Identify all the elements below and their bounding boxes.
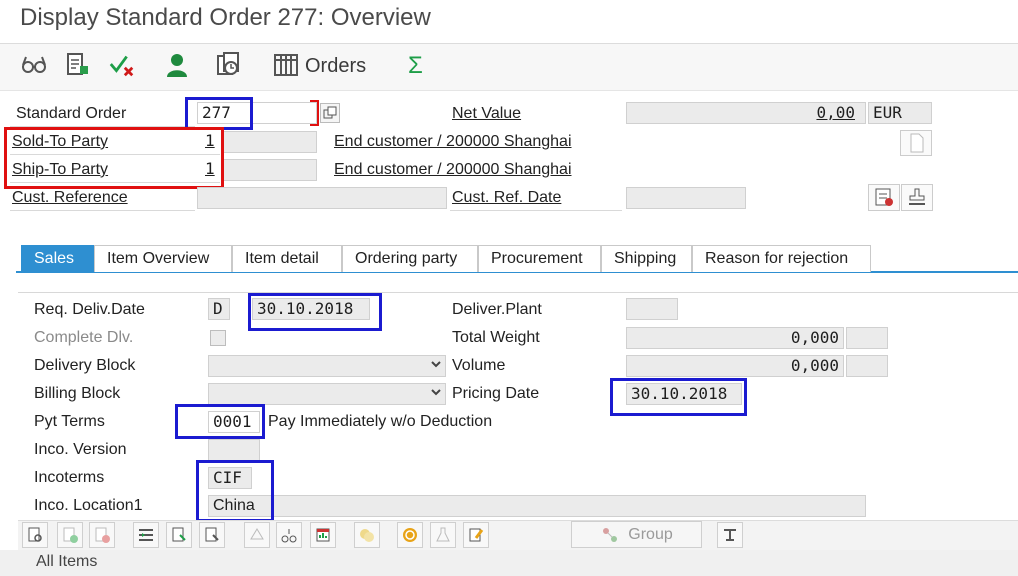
billing-block-select[interactable] [208, 383, 446, 405]
tab-item-detail[interactable]: Item detail [232, 245, 342, 272]
deselect-icon[interactable] [199, 522, 225, 548]
billing-block-label: Billing Block [34, 385, 121, 402]
req-deliv-date-format[interactable]: D [208, 298, 230, 320]
report-icon[interactable] [868, 184, 900, 211]
standard-order-label: Standard Order [16, 105, 127, 122]
document-icon[interactable] [900, 130, 932, 156]
chevron-down-icon[interactable] [430, 386, 442, 401]
sold-to-party-input[interactable] [222, 131, 317, 153]
req-deliv-date-field[interactable]: 30.10.2018 [252, 298, 370, 320]
cust-reference-field[interactable] [197, 187, 447, 209]
volume-field[interactable]: 0,000 [626, 355, 844, 377]
net-value-field: 0,00 [626, 102, 866, 124]
inco-version-field[interactable] [208, 439, 260, 461]
coins-icon[interactable] [354, 522, 380, 548]
inco-location-label: Inco. Location1 [34, 497, 143, 514]
ship-to-party-value[interactable]: 1 [201, 159, 221, 181]
pyt-terms-description: Pay Immediately w/o Deduction [268, 413, 493, 430]
structure-icon[interactable] [276, 522, 302, 548]
total-weight-unit[interactable] [846, 327, 888, 349]
cust-ref-date-link[interactable]: Cust. Ref. Date [452, 188, 561, 208]
net-value-link[interactable]: Net Value [452, 104, 521, 124]
volume-unit[interactable] [846, 355, 888, 377]
cust-ref-date-field[interactable] [626, 187, 746, 209]
copy-document-icon[interactable] [215, 51, 243, 79]
gold-coin-icon[interactable] [397, 522, 423, 548]
req-deliv-date-label: Req. Deliv.Date [34, 301, 145, 318]
ship-to-party-link[interactable]: Ship-To Party [12, 160, 108, 180]
net-value-text: 0,00 [816, 103, 855, 122]
group-button-label: Group [628, 525, 673, 543]
all-items-section: All Items [0, 550, 1018, 576]
pyt-terms-field[interactable]: 0001 [208, 411, 260, 433]
pyt-terms-label: Pyt Terms [34, 413, 105, 430]
cust-reference-link[interactable]: Cust. Reference [12, 188, 128, 208]
volume-label: Volume [452, 357, 506, 374]
delivery-block-label: Delivery Block [34, 357, 136, 374]
total-weight-label: Total Weight [452, 329, 540, 346]
flask-icon[interactable] [430, 522, 456, 548]
check-cross-icon[interactable] [108, 51, 136, 79]
deliver-plant-field[interactable] [626, 298, 678, 320]
select-block-icon[interactable] [166, 522, 192, 548]
row-divider [10, 126, 195, 127]
tab-ordering-party[interactable]: Ordering party [342, 245, 478, 272]
document-edit-icon[interactable] [64, 51, 92, 79]
total-weight-field[interactable]: 0,000 [626, 327, 844, 349]
sold-to-party-value[interactable]: 1 [201, 131, 221, 153]
orders-button[interactable]: Orders [305, 55, 366, 78]
tab-reason-for-rejection[interactable]: Reason for rejection [692, 245, 871, 272]
delivery-block-select[interactable] [208, 355, 446, 377]
sold-to-party-description[interactable]: End customer / 200000 Shanghai [334, 132, 572, 152]
row-divider [10, 154, 220, 155]
inco-location-field[interactable]: China [208, 495, 866, 517]
incoterms-field[interactable]: CIF [208, 467, 252, 489]
person-icon[interactable] [163, 51, 191, 79]
calendar-icon[interactable] [310, 522, 336, 548]
note-edit-icon[interactable] [463, 522, 489, 548]
glasses-icon[interactable] [20, 51, 48, 79]
incoterms-label: Incoterms [34, 469, 105, 486]
application-toolbar [0, 44, 1018, 91]
row-divider [10, 210, 195, 211]
all-items-label: All Items [36, 553, 98, 570]
tools-icon[interactable] [717, 522, 743, 548]
orders-grid-icon[interactable] [272, 51, 300, 79]
add-row-icon[interactable] [57, 522, 83, 548]
currency-field: EUR [868, 102, 932, 124]
stamp-icon[interactable] [901, 184, 933, 211]
copy-small-icon[interactable] [320, 103, 340, 123]
group-button[interactable]: Group [571, 521, 702, 548]
order-field-marker [310, 100, 319, 126]
pricing-date-label: Pricing Date [452, 385, 540, 402]
sum-icon[interactable]: Σ [408, 52, 423, 80]
standard-order-field[interactable]: 277 [197, 102, 317, 124]
pricing-date-field[interactable]: 30.10.2018 [626, 383, 742, 405]
ship-to-party-input[interactable] [222, 159, 317, 181]
tab-shipping[interactable]: Shipping [601, 245, 692, 272]
chevron-down-icon[interactable] [430, 358, 442, 373]
tab-item-overview[interactable]: Item Overview [94, 245, 232, 272]
select-all-icon[interactable] [133, 522, 159, 548]
sold-to-party-link[interactable]: Sold-To Party [12, 132, 108, 152]
group-icon [603, 527, 618, 542]
complete-dlv-checkbox[interactable] [210, 330, 226, 346]
page-title: Display Standard Order 277: Overview [20, 4, 431, 31]
ship-to-party-description[interactable]: End customer / 200000 Shanghai [334, 160, 572, 180]
tab-sales[interactable]: Sales [21, 245, 94, 272]
tab-procurement[interactable]: Procurement [478, 245, 601, 272]
row-divider [10, 182, 220, 183]
row-divider [450, 210, 622, 211]
inco-version-label: Inco. Version [34, 441, 127, 458]
delete-row-icon[interactable] [89, 522, 115, 548]
complete-dlv-label: Complete Dlv. [34, 329, 134, 346]
config-icon[interactable] [244, 522, 270, 548]
details-icon[interactable] [22, 522, 48, 548]
deliver-plant-label: Deliver.Plant [452, 301, 542, 318]
